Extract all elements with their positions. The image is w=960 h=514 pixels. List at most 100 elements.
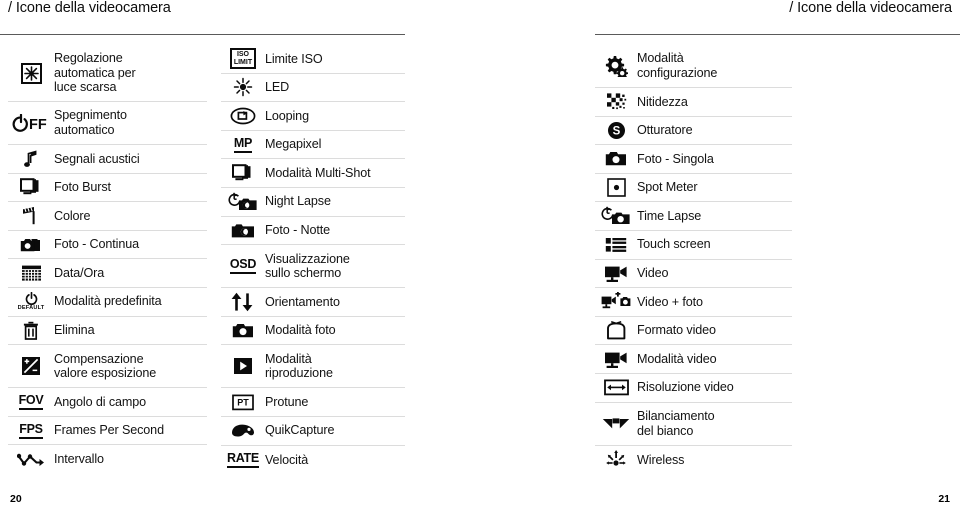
table-row: Modalità foto: [220, 317, 405, 346]
row-label: Frames Per Second: [54, 423, 164, 438]
row-label: Modalità foto: [264, 323, 336, 338]
rate-icon: RATE: [221, 452, 265, 468]
fov-icon: FOV: [8, 394, 54, 410]
table-row: OSD Visualizzazione sullo schermo: [220, 245, 405, 289]
protune-icon: PT: [221, 394, 265, 411]
row-label: Time Lapse: [637, 208, 702, 223]
interval-icon: [8, 452, 54, 468]
table-row: Foto - Continua: [8, 231, 207, 260]
row-label: Modalità predefinita: [54, 294, 162, 309]
table-row: Formato video: [595, 317, 792, 346]
table-row: Wireless: [595, 446, 792, 475]
header-rule-right: [595, 34, 960, 35]
continuous-photo-icon: [8, 236, 54, 254]
megapixel-icon: MP: [221, 136, 265, 153]
table-row: Intervallo: [8, 445, 207, 474]
setup-mode-icon: [595, 55, 637, 77]
page-title-right: / Icone della videocamera: [789, 0, 952, 16]
column-left: Regolazione automatica per luce scarsa F…: [8, 45, 207, 474]
single-photo-icon: [595, 150, 637, 167]
table-row: Modalità configurazione: [595, 45, 792, 88]
table-row: Foto Burst: [8, 174, 207, 203]
row-label: Protune: [264, 394, 309, 409]
color-icon: [8, 206, 54, 225]
osd-icon: OSD: [221, 258, 265, 275]
fps-text: FPS: [19, 422, 43, 439]
row-label: Segnali acustici: [54, 151, 140, 166]
table-row: Spot Meter: [595, 174, 792, 203]
table-row: MP Megapixel: [220, 131, 405, 160]
table-row: Regolazione automatica per luce scarsa: [8, 45, 207, 102]
rate-text: RATE: [227, 452, 259, 468]
table-row: Bilanciamento del bianco: [595, 403, 792, 446]
default-text: DEFAULT: [17, 304, 45, 311]
low-light-auto-icon: [8, 62, 54, 84]
row-label: Compensazione valore esposizione: [54, 351, 157, 381]
video-resolution-icon: [595, 379, 637, 396]
table-row: Touch screen: [595, 231, 792, 260]
column-middle: ISO LIMIT Limite ISO LED Looping MP Mega…: [220, 45, 405, 474]
table-row: FF Spegnimento automatico: [8, 102, 207, 145]
page-number-right: 21: [938, 493, 950, 505]
row-label: Risoluzione video: [637, 380, 734, 395]
spot-meter-icon: [595, 178, 637, 197]
row-label: Limite ISO: [264, 51, 323, 66]
row-label: Spegnimento automatico: [54, 108, 127, 137]
megapixel-text: MP: [233, 136, 252, 153]
table-row: Data/Ora: [8, 259, 207, 288]
table-row: Segnali acustici: [8, 145, 207, 174]
table-row: Orientamento: [220, 288, 405, 317]
looping-icon: [221, 107, 265, 125]
header-right: / Icone della videocamera: [595, 0, 952, 30]
night-photo-icon: [221, 222, 265, 239]
svg-text:S: S: [612, 125, 620, 137]
auto-off-icon: FF: [8, 114, 54, 132]
orientation-icon: [221, 292, 265, 312]
table-row: QuikCapture: [220, 417, 405, 446]
row-label: Foto - Continua: [54, 237, 140, 252]
row-label: Looping: [264, 108, 309, 123]
table-row: Modalità video: [595, 345, 792, 374]
table-row: Nitidezza: [595, 88, 792, 117]
svg-text:FF: FF: [29, 117, 47, 132]
time-lapse-icon: [595, 206, 637, 226]
table-row: Foto - Singola: [595, 145, 792, 174]
exposure-compensation-icon: [8, 356, 54, 376]
burst-photo-icon: [8, 178, 54, 196]
page-number-left: 20: [10, 493, 22, 505]
fps-icon: FPS: [8, 422, 54, 439]
night-lapse-icon: [221, 192, 265, 212]
quikcapture-icon: [221, 422, 265, 439]
row-label: Modalità riproduzione: [264, 351, 333, 381]
table-row: Video + foto: [595, 288, 792, 317]
table-row: Colore: [8, 202, 207, 231]
table-row: LED: [220, 74, 405, 103]
row-label: Spot Meter: [637, 180, 698, 195]
table-row: Foto - Notte: [220, 217, 405, 246]
wireless-icon: [595, 449, 637, 470]
table-row: PT Protune: [220, 388, 405, 417]
row-label: Night Lapse: [264, 194, 331, 209]
beep-sound-icon: [8, 149, 54, 169]
video-plus-photo-icon: [595, 292, 637, 311]
row-label: Regolazione automatica per luce scarsa: [54, 51, 136, 95]
row-label: Intervallo: [54, 452, 104, 467]
table-row: ISO LIMIT Limite ISO: [220, 45, 405, 74]
row-label: Modalità Multi-Shot: [264, 165, 371, 180]
row-label: Visualizzazione sullo schermo: [264, 251, 350, 281]
row-label: Elimina: [54, 323, 95, 338]
white-balance-icon: [595, 416, 637, 431]
page-title-left: / Icone della videocamera: [8, 0, 171, 16]
row-label: Touch screen: [637, 237, 711, 252]
fov-text: FOV: [18, 394, 44, 410]
default-mode-icon: DEFAULT: [8, 291, 54, 312]
playback-mode-icon: [221, 357, 265, 375]
table-row: Modalità Multi-Shot: [220, 159, 405, 188]
table-row: FPS Frames Per Second: [8, 417, 207, 446]
video-mode-icon: [595, 350, 637, 369]
row-label: Video: [637, 266, 669, 281]
row-label: LED: [264, 80, 290, 95]
manual-page-spread: / Icone della videocamera Regolazione au…: [0, 0, 960, 514]
osd-text: OSD: [229, 258, 256, 275]
row-label: Bilanciamento del bianco: [637, 408, 715, 438]
